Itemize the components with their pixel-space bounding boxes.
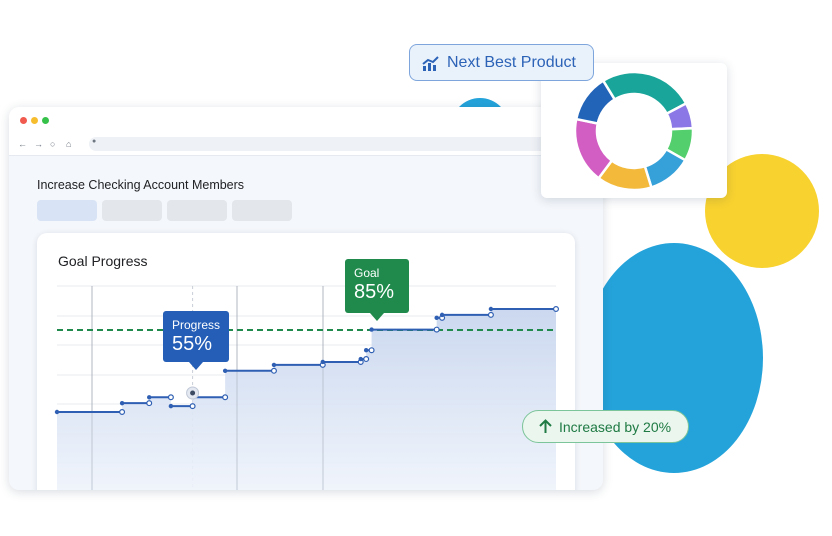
data-point: [119, 400, 125, 406]
goal-tooltip-label: Goal: [354, 266, 380, 280]
data-point: [320, 359, 325, 365]
next-best-product-label: Next Best Product: [447, 54, 576, 71]
goal-tooltip: Goal 85%: [345, 259, 409, 321]
data-point: [363, 348, 369, 353]
data-point-open: [189, 403, 196, 410]
arrow-up-icon: [539, 419, 552, 433]
progress-tooltip-arrow: [189, 362, 203, 370]
data-point-open: [119, 409, 126, 416]
data-point-open: [368, 347, 375, 354]
data-point: [54, 409, 60, 415]
data-point: [488, 306, 494, 312]
data-point-open: [146, 400, 153, 407]
goal-tooltip-arrow: [370, 313, 384, 321]
data-point: [358, 356, 363, 362]
progress-tooltip: Progress 55%: [163, 311, 229, 370]
donut-slice: [601, 70, 688, 116]
next-best-product-badge[interactable]: Next Best Product: [409, 44, 594, 81]
highlight-point: [190, 390, 196, 396]
donut-slice: [573, 117, 614, 180]
data-point-open: [167, 394, 174, 401]
data-point: [147, 395, 152, 400]
trending-chart-icon: [422, 56, 439, 71]
data-point-open: [552, 306, 559, 313]
goal-tooltip-value: 85%: [354, 281, 395, 303]
data-point-open: [433, 326, 440, 333]
data-point: [369, 327, 374, 332]
progress-tooltip-label: Progress: [172, 318, 221, 332]
data-point-open: [222, 394, 229, 401]
data-point: [168, 403, 174, 409]
data-point: [434, 315, 439, 321]
data-point: [439, 312, 445, 318]
data-point-open: [487, 311, 494, 318]
data-point-open: [363, 356, 370, 363]
product-donut-chart: [573, 70, 695, 192]
next-best-product-card: [541, 63, 727, 198]
data-point: [271, 362, 277, 368]
progress-tooltip-value: 55%: [172, 333, 213, 355]
increase-badge-label: Increased by 20%: [559, 419, 672, 435]
progress-area: [57, 309, 556, 490]
increase-badge: Increased by 20%: [522, 410, 689, 443]
data-point: [222, 368, 228, 373]
data-point-open: [270, 367, 277, 374]
